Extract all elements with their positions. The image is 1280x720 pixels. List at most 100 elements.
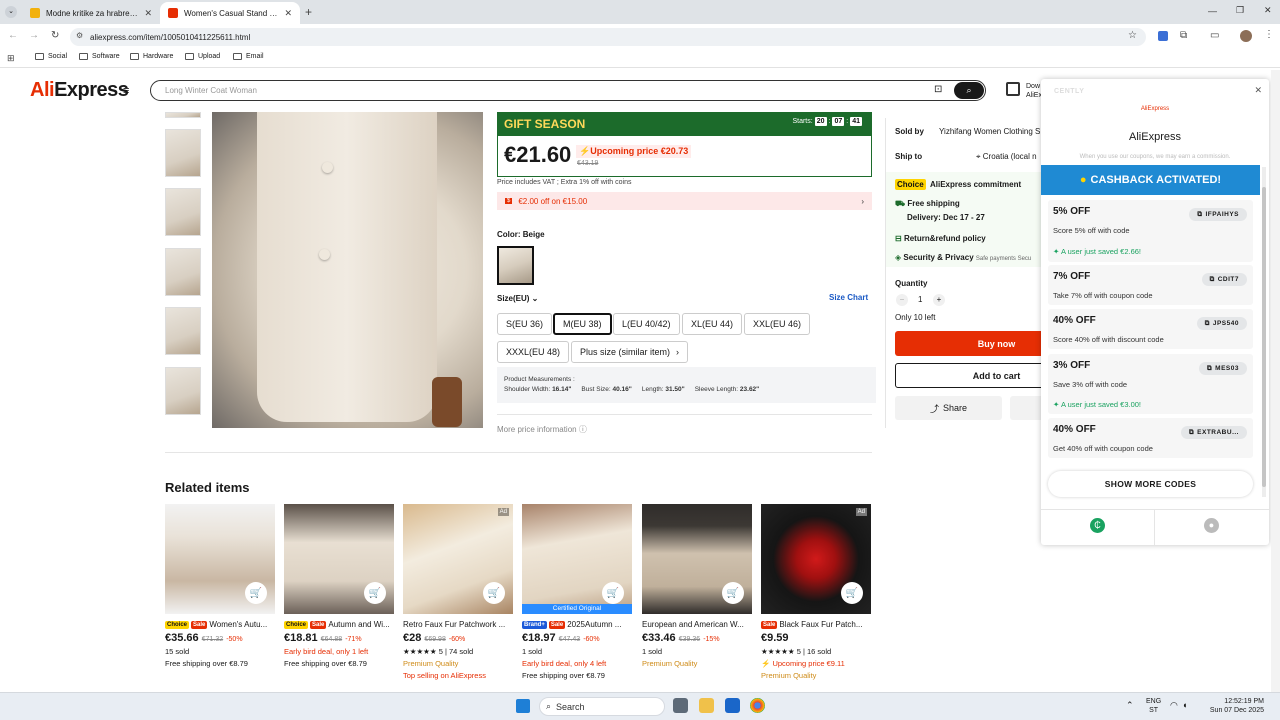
chrome-icon[interactable] bbox=[750, 698, 765, 713]
coupon-card[interactable]: 3% OFF ⧉ MES03 Save 3% off with code ✦ A … bbox=[1048, 354, 1253, 414]
quantity-decrease-button[interactable]: − bbox=[896, 294, 908, 306]
product-title[interactable]: European and American W... bbox=[642, 620, 744, 629]
thumbnail[interactable] bbox=[165, 188, 201, 236]
search-input[interactable]: Long Winter Coat Woman bbox=[150, 80, 986, 101]
add-to-cart-icon[interactable]: 🛒 bbox=[602, 582, 624, 604]
wifi-icon[interactable]: ◠ bbox=[1170, 700, 1178, 711]
product-card[interactable]: 🛒 Choice Sale Autumn and Wi... €18.81 €64.… bbox=[284, 504, 394, 668]
product-card[interactable]: Ad 🛒 Sale Black Faux Fur Patch... €9.59 ★★… bbox=[761, 504, 871, 680]
product-card[interactable]: 🛒 European and American W... €33.46 €39.… bbox=[642, 504, 752, 668]
address-bar[interactable]: aliexpress.com/item/1005010411225611.htm… bbox=[70, 28, 1146, 46]
close-icon[interactable]: ✕ bbox=[1254, 85, 1262, 96]
main-product-image[interactable] bbox=[212, 112, 483, 428]
copy-code-button[interactable]: ⧉ IFPAIHYS bbox=[1189, 208, 1247, 221]
close-icon[interactable]: ✕ bbox=[144, 8, 152, 19]
thumbnail[interactable] bbox=[165, 112, 201, 118]
image-search-icon[interactable]: ⊡ bbox=[934, 84, 942, 95]
minimize-icon[interactable]: — bbox=[1208, 6, 1217, 16]
add-to-cart-icon[interactable]: 🛒 bbox=[722, 582, 744, 604]
cast-icon[interactable]: ▭ bbox=[1210, 30, 1219, 41]
menu-icon[interactable]: ⋮ bbox=[1264, 29, 1274, 40]
copy-code-button[interactable]: ⧉ CDIT7 bbox=[1201, 273, 1247, 286]
size-label[interactable]: Size(EU) ⌄ bbox=[497, 294, 538, 303]
product-card[interactable]: 🛒 Certified Original Brand+ Sale 2025Autumn… bbox=[522, 504, 632, 680]
product-image[interactable]: 🛒 bbox=[642, 504, 752, 614]
return-policy[interactable]: ⊟ Return&refund policy bbox=[895, 234, 986, 243]
tab-search-icon[interactable]: ⌄ bbox=[5, 6, 17, 18]
volume-icon[interactable]: ◖ bbox=[1182, 700, 1187, 710]
size-option-xxxl[interactable]: XXXL(EU 48) bbox=[497, 341, 570, 363]
qr-code-icon[interactable] bbox=[1006, 82, 1020, 96]
coupon-card[interactable]: 7% OFF ⧉ CDIT7 Take 7% off with coupon co… bbox=[1048, 265, 1253, 305]
product-image[interactable]: 🛒 bbox=[165, 504, 275, 614]
reload-icon[interactable]: ↻ bbox=[51, 30, 59, 41]
share-button[interactable]: ⤴ Share bbox=[895, 396, 1002, 420]
translate-extension-icon[interactable] bbox=[1158, 31, 1168, 41]
thumbnail[interactable] bbox=[165, 129, 201, 177]
coupon-card[interactable]: 40% OFF ⧉ JPS540 Score 40% off with disco… bbox=[1048, 309, 1253, 349]
tab-2-active[interactable]: Women's Casual Stand Collar L... ✕ bbox=[160, 2, 300, 24]
close-icon[interactable]: ✕ bbox=[284, 8, 292, 19]
site-info-icon[interactable]: ⚙ bbox=[76, 31, 83, 40]
size-option-xl[interactable]: XL(EU 44) bbox=[682, 313, 743, 335]
product-image[interactable]: 🛒 Certified Original bbox=[522, 504, 632, 614]
product-card[interactable]: 🛒 Choice Sale Women's Autu... €35.66 €71.3… bbox=[165, 504, 275, 668]
copy-code-button[interactable]: ⧉ MES03 bbox=[1199, 362, 1247, 375]
window-close-icon[interactable]: ✕ bbox=[1264, 5, 1272, 16]
store-coupon[interactable]: $ €2.00 off on €15.00 › bbox=[497, 192, 872, 210]
show-more-codes-button[interactable]: SHOW MORE CODES bbox=[1048, 471, 1253, 497]
coupon-card[interactable]: 5% OFF ⧉ IFPAIHYS Score 5% off with code … bbox=[1048, 200, 1253, 262]
aliexpress-logo[interactable]: AliExpress bbox=[30, 79, 129, 102]
product-image[interactable]: Ad 🛒 bbox=[403, 504, 513, 614]
bookmark-upload[interactable]: Upload bbox=[185, 53, 220, 60]
profile-avatar[interactable] bbox=[1240, 30, 1252, 42]
task-view-icon[interactable] bbox=[673, 698, 688, 713]
size-option-l[interactable]: L(EU 40/42) bbox=[613, 313, 680, 335]
more-price-info[interactable]: More price information ⓘ bbox=[497, 424, 587, 435]
thumbnail[interactable] bbox=[165, 307, 201, 355]
thumbnail[interactable] bbox=[165, 248, 201, 296]
clock[interactable]: 12:52:19 PM Sun 07 Dec 2025 bbox=[1192, 697, 1264, 715]
taskbar-search[interactable]: ⌕ Search bbox=[539, 697, 665, 716]
bookmark-hardware[interactable]: Hardware bbox=[130, 53, 173, 60]
windows-start-icon[interactable] bbox=[516, 699, 530, 713]
store-icon[interactable] bbox=[725, 698, 740, 713]
size-option-m[interactable]: M(EU 38) bbox=[553, 313, 612, 335]
search-button[interactable]: ⌕ bbox=[954, 82, 984, 99]
product-title[interactable]: Black Faux Fur Patch... bbox=[779, 620, 862, 629]
bookmark-software[interactable]: Software bbox=[79, 53, 120, 60]
account-tab-icon[interactable]: ● bbox=[1204, 518, 1219, 533]
color-swatch-beige[interactable] bbox=[497, 246, 534, 285]
language-indicator[interactable]: ENG ST bbox=[1146, 697, 1161, 715]
product-title[interactable]: Autumn and Wi... bbox=[328, 620, 389, 629]
cashback-tab-icon[interactable]: ₵ bbox=[1090, 518, 1105, 533]
bookmark-email[interactable]: Email bbox=[233, 53, 264, 60]
size-option-s[interactable]: S(EU 36) bbox=[497, 313, 553, 335]
quantity-value[interactable]: 1 bbox=[918, 295, 922, 304]
product-title[interactable]: Retro Faux Fur Patchwork ... bbox=[403, 620, 505, 629]
forward-icon[interactable]: → bbox=[29, 30, 39, 41]
size-chart-link[interactable]: Size Chart bbox=[829, 293, 868, 302]
copy-code-button[interactable]: ⧉ JPS540 bbox=[1196, 317, 1247, 330]
product-title[interactable]: 2025Autumn ... bbox=[567, 620, 621, 629]
product-title[interactable]: Women's Autu... bbox=[209, 620, 267, 629]
tray-chevron-icon[interactable]: ⌃ bbox=[1126, 700, 1134, 711]
product-card[interactable]: Ad 🛒 Retro Faux Fur Patchwork ... €28 €69… bbox=[403, 504, 513, 680]
seller-name-link[interactable]: Yizhifang Women Clothing S bbox=[939, 127, 1041, 136]
quantity-increase-button[interactable]: + bbox=[933, 294, 945, 306]
back-icon[interactable]: ← bbox=[8, 30, 18, 41]
ship-to-selector[interactable]: ⌖ Croatia (local n bbox=[976, 152, 1041, 162]
scrollbar[interactable] bbox=[1262, 167, 1266, 497]
add-to-cart-icon[interactable]: 🛒 bbox=[841, 582, 863, 604]
scrollbar-thumb[interactable] bbox=[1262, 187, 1266, 487]
size-option-xxl[interactable]: XXL(EU 46) bbox=[744, 313, 811, 335]
maximize-icon[interactable]: ❐ bbox=[1236, 5, 1244, 16]
new-tab-icon[interactable]: + bbox=[305, 5, 312, 19]
page-scrollbar[interactable] bbox=[1271, 70, 1280, 692]
add-to-cart-icon[interactable]: 🛒 bbox=[364, 582, 386, 604]
copy-code-button[interactable]: ⧉ EXTRABU... bbox=[1181, 426, 1247, 439]
security-privacy[interactable]: ◈ Security & Privacy Safe payments Secu bbox=[895, 253, 1041, 262]
product-image[interactable]: Ad 🛒 bbox=[761, 504, 871, 614]
bookmark-social[interactable]: Social bbox=[35, 53, 67, 60]
add-to-cart-icon[interactable]: 🛒 bbox=[483, 582, 505, 604]
